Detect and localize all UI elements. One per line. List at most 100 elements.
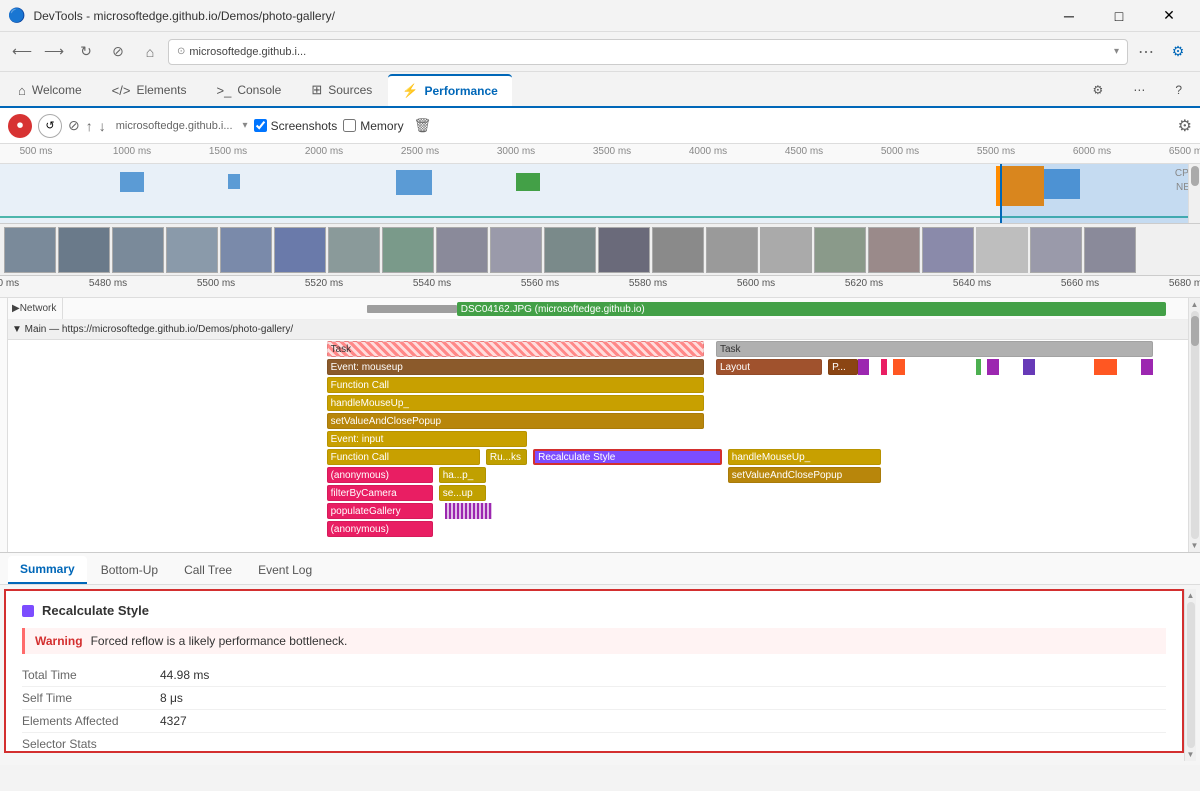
tab-help[interactable]: ? bbox=[1161, 74, 1196, 106]
app-icon: 🔵 bbox=[8, 7, 25, 24]
function-call-block[interactable]: Function Call bbox=[327, 377, 705, 393]
more-options-button[interactable]: ⋯ bbox=[1132, 38, 1160, 66]
overview-ruler: 500 ms 1000 ms 1500 ms 2000 ms 2500 ms 3… bbox=[0, 144, 1200, 164]
scroll-up-btn[interactable]: ▲ bbox=[1191, 300, 1199, 309]
small-block-8 bbox=[1141, 359, 1153, 375]
maximize-button[interactable]: □ bbox=[1096, 0, 1142, 32]
screenshot-13[interactable] bbox=[652, 227, 704, 273]
performance-icon: ⚡ bbox=[402, 83, 418, 99]
tab-console[interactable]: >_ Console bbox=[202, 74, 295, 106]
tab-summary[interactable]: Summary bbox=[8, 556, 87, 584]
screenshots-checkbox[interactable] bbox=[254, 119, 267, 132]
tab-elements[interactable]: </> Elements bbox=[98, 74, 201, 106]
anonymous-block[interactable]: (anonymous) bbox=[327, 467, 433, 483]
func-call-block-2[interactable]: Function Call bbox=[327, 449, 480, 465]
screenshot-8[interactable] bbox=[382, 227, 434, 273]
recalculate-style-block[interactable]: Recalculate Style bbox=[533, 449, 722, 465]
small-block-3 bbox=[893, 359, 905, 375]
minimize-button[interactable]: ─ bbox=[1046, 0, 1092, 32]
screenshot-2[interactable] bbox=[58, 227, 110, 273]
sum-scroll-up[interactable]: ▲ bbox=[1187, 591, 1195, 600]
flame-row-event-input: Event: input bbox=[8, 430, 1188, 448]
screenshot-14[interactable] bbox=[706, 227, 758, 273]
screenshots-checkbox-label[interactable]: Screenshots bbox=[254, 119, 338, 133]
summary-scrollbar[interactable]: ▲ ▼ bbox=[1184, 589, 1196, 761]
tab-call-tree[interactable]: Call Tree bbox=[172, 556, 244, 584]
forward-button[interactable]: ⟶ bbox=[40, 38, 68, 66]
clear-button[interactable]: ⊘ bbox=[68, 117, 80, 134]
screenshot-3[interactable] bbox=[112, 227, 164, 273]
zoom-5500: 5500 ms bbox=[197, 278, 235, 289]
tab-event-log[interactable]: Event Log bbox=[246, 556, 324, 584]
layout-block[interactable]: Layout bbox=[716, 359, 822, 375]
network-bar-label: DSC04162.JPG (microsoftedge.github.io) bbox=[461, 304, 645, 315]
delete-profile-button[interactable]: 🗑 bbox=[414, 117, 432, 134]
settings-button[interactable]: ⚙ bbox=[1178, 116, 1192, 136]
timeline-tracks: ▶ Network DSC04162.JPG (microsoftedge.gi… bbox=[0, 298, 1200, 553]
tab-welcome[interactable]: ⌂ Welcome bbox=[4, 74, 96, 106]
sum-scroll-down[interactable]: ▼ bbox=[1187, 750, 1195, 759]
network-bars: DSC04162.JPG (microsoftedge.github.io) bbox=[63, 298, 1188, 319]
screenshot-7[interactable] bbox=[328, 227, 380, 273]
upload-button[interactable]: ↑ bbox=[86, 118, 93, 134]
home-button[interactable]: ⌂ bbox=[136, 38, 164, 66]
back-button[interactable]: ⟵ bbox=[8, 38, 36, 66]
screenshot-18[interactable] bbox=[922, 227, 974, 273]
ruler-3500: 3500 ms bbox=[593, 146, 631, 157]
timeline-right-scrollbar[interactable]: ▲ ▼ bbox=[1188, 298, 1200, 552]
devtools-toggle[interactable]: ⚙ bbox=[1164, 38, 1192, 66]
memory-checkbox[interactable] bbox=[343, 119, 356, 132]
close-button[interactable]: ✕ bbox=[1146, 0, 1192, 32]
tab-performance[interactable]: ⚡ Performance bbox=[388, 74, 512, 106]
filter-by-camera-block[interactable]: filterByCamera bbox=[327, 485, 433, 501]
handle-mouseup-block-2[interactable]: handleMouseUp_ bbox=[728, 449, 881, 465]
screenshot-21[interactable] bbox=[1084, 227, 1136, 273]
tab-bottom-up[interactable]: Bottom-Up bbox=[89, 556, 170, 584]
reload-record-button[interactable]: ↺ bbox=[38, 114, 62, 138]
anonymous-block-2[interactable]: (anonymous) bbox=[327, 521, 433, 537]
task-block-1[interactable]: Task bbox=[327, 341, 705, 357]
screenshot-15[interactable] bbox=[760, 227, 812, 273]
memory-checkbox-label[interactable]: Memory bbox=[343, 119, 403, 133]
titlebar: 🔵 DevTools - microsoftedge.github.io/Dem… bbox=[0, 0, 1200, 32]
ha-p-block[interactable]: ha...p_ bbox=[439, 467, 486, 483]
overview-selection[interactable] bbox=[1000, 164, 1200, 223]
screenshot-5[interactable] bbox=[220, 227, 272, 273]
tab-more[interactable]: ⋯ bbox=[1119, 74, 1159, 106]
screenshot-1[interactable] bbox=[4, 227, 56, 273]
download-button[interactable]: ↓ bbox=[99, 118, 106, 134]
runs-block[interactable]: Ru...ks bbox=[486, 449, 527, 465]
screenshot-6[interactable] bbox=[274, 227, 326, 273]
set-value-close-block[interactable]: setValueAndClosePopup bbox=[728, 467, 881, 483]
tracks-left-panel bbox=[0, 298, 8, 552]
task-block-2[interactable]: Task bbox=[716, 341, 1153, 357]
event-input-block[interactable]: Event: input bbox=[327, 431, 528, 447]
scroll-down-btn[interactable]: ▼ bbox=[1191, 541, 1199, 550]
url-dropdown[interactable]: ▾ bbox=[243, 120, 248, 131]
overview-scrollbar[interactable] bbox=[1188, 164, 1200, 223]
record-button[interactable]: ⏺ bbox=[8, 114, 32, 138]
url-bar[interactable]: ⊙ microsoftedge.github.i... ▾ bbox=[168, 39, 1128, 65]
screenshot-4[interactable] bbox=[166, 227, 218, 273]
screenshot-20[interactable] bbox=[1030, 227, 1082, 273]
refresh-button[interactable]: ↻ bbox=[72, 38, 100, 66]
handle-mouseup-block[interactable]: handleMouseUp_ bbox=[327, 395, 705, 411]
screenshot-17[interactable] bbox=[868, 227, 920, 273]
tab-settings-gear[interactable]: ⚙ bbox=[1079, 74, 1118, 106]
timeline-overview[interactable]: CPU NET bbox=[0, 164, 1200, 224]
set-value-block[interactable]: setValueAndClosePopup bbox=[327, 413, 705, 429]
flame-row-set-value: setValueAndClosePopup bbox=[8, 412, 1188, 430]
screenshot-19[interactable] bbox=[976, 227, 1028, 273]
tab-sources[interactable]: ⊞ Sources bbox=[297, 74, 386, 106]
screenshot-9[interactable] bbox=[436, 227, 488, 273]
screenshot-12[interactable] bbox=[598, 227, 650, 273]
screenshot-11[interactable] bbox=[544, 227, 596, 273]
p-block[interactable]: P... bbox=[828, 359, 858, 375]
event-mouseup-block[interactable]: Event: mouseup bbox=[327, 359, 705, 375]
zoom-ruler: 5460 ms 5480 ms 5500 ms 5520 ms 5540 ms … bbox=[0, 276, 1200, 298]
screenshot-16[interactable] bbox=[814, 227, 866, 273]
se-up-block[interactable]: se...up bbox=[439, 485, 486, 501]
populate-gallery-block[interactable]: populateGallery bbox=[327, 503, 433, 519]
stop-button[interactable]: ⊘ bbox=[104, 38, 132, 66]
screenshot-10[interactable] bbox=[490, 227, 542, 273]
